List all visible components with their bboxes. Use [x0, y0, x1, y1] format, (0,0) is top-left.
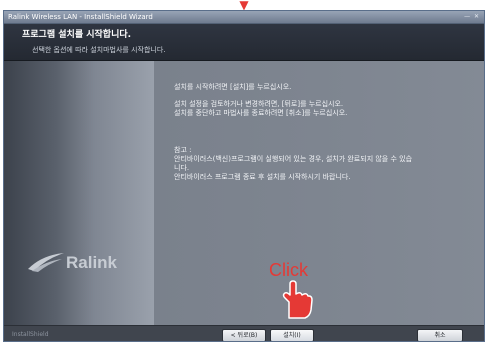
note-line-3: 안티바이러스 프로그램 종료 후 설치를 시작하시기 바랍니다.: [174, 173, 351, 181]
button-bar: InstallShield < 뒤로(B) 설치(I) 취소: [4, 325, 484, 341]
ralink-logo: Ralink: [26, 249, 136, 279]
install-button[interactable]: 설치(I): [270, 329, 314, 341]
note-line-1: 안티바이러스(백신)프로그램이 실행되어 있는 경우, 설치가 완료되지 않을 …: [174, 155, 413, 163]
instruction-back: 설치 설정을 검토하거나 변경하려면, [뒤로]를 누르십시오.: [174, 100, 344, 108]
window-title: Ralink Wireless LAN - InstallShield Wiza…: [8, 13, 153, 21]
wizard-header: 프로그램 설치를 시작합니다. 선택한 옵션에 따라 설치마법사를 시작합니다.: [4, 24, 484, 61]
back-button[interactable]: < 뒤로(B): [222, 329, 266, 341]
installer-window: Ralink Wireless LAN - InstallShield Wiza…: [3, 10, 485, 342]
instructions: 설치를 시작하려면 [설치]를 누르십시오. 설치 설정을 검토하거나 변경하려…: [174, 83, 474, 182]
cancel-button[interactable]: 취소: [417, 329, 463, 341]
page-title: 프로그램 설치를 시작합니다.: [22, 30, 132, 40]
left-graphic-panel: Ralink: [4, 61, 154, 325]
installshield-label: InstallShield: [12, 331, 49, 338]
note-label: 참고 :: [174, 146, 192, 154]
top-arrow-icon: ▼: [239, 0, 249, 12]
window-controls[interactable]: — ✕: [464, 12, 480, 22]
note-line-2: 니다.: [174, 164, 190, 172]
instruction-install: 설치를 시작하려면 [설치]를 누르십시오.: [174, 83, 292, 91]
swoosh-icon: [28, 253, 64, 272]
logo-text: Ralink: [66, 253, 118, 272]
page-subtitle: 선택한 옵션에 따라 설치마법사를 시작합니다.: [32, 46, 166, 54]
pointing-hand-icon: [282, 280, 313, 319]
title-bar[interactable]: Ralink Wireless LAN - InstallShield Wiza…: [4, 11, 484, 24]
content-panel: 설치를 시작하려면 [설치]를 누르십시오. 설치 설정을 검토하거나 변경하려…: [154, 61, 484, 325]
click-annotation: Click: [269, 260, 308, 280]
instruction-cancel: 설치를 중단하고 마법사를 종료하려면 [취소]를 누르십시오.: [174, 109, 348, 117]
